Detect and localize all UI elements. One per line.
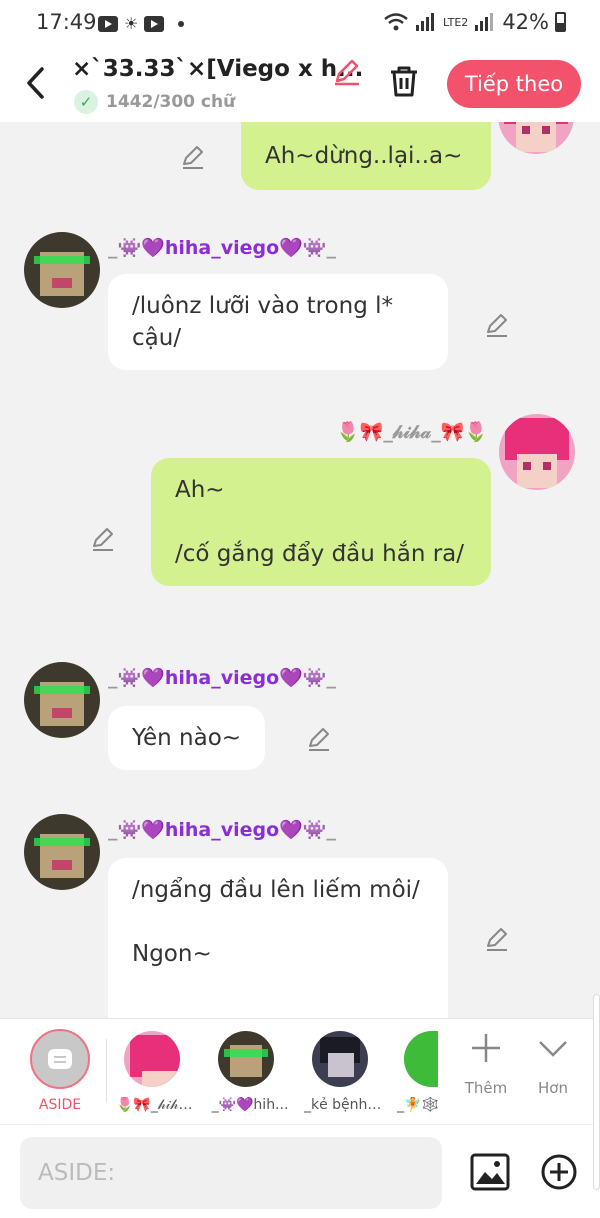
- expand-button[interactable]: Hơn: [523, 1031, 583, 1097]
- character-item[interactable]: _👾💜hih...: [212, 1031, 288, 1113]
- username: _👾💜hiha_viego💜👾_: [108, 819, 336, 841]
- check-icon: ✓: [74, 90, 98, 114]
- username: _👾💜hiha_viego💜👾_: [108, 237, 336, 259]
- add-icon[interactable]: [540, 1153, 578, 1195]
- aside-icon: [48, 1049, 72, 1069]
- username: _👾💜hiha_viego💜👾_: [108, 667, 336, 689]
- aside-input[interactable]: [20, 1137, 442, 1209]
- network-label: LTE2: [443, 15, 469, 29]
- username: 🌷🎀_𝒽𝒾𝒽𝒶_🎀🌷: [336, 421, 489, 443]
- divider: [106, 1039, 107, 1103]
- trash-icon[interactable]: [388, 64, 420, 102]
- character-item[interactable]: _kẻ bệnh ...: [304, 1031, 384, 1113]
- edit-message-icon[interactable]: [90, 526, 116, 556]
- edit-message-icon[interactable]: [306, 726, 332, 756]
- edit-message-icon[interactable]: [484, 926, 510, 956]
- message-bubble[interactable]: /luônz lưỡi vào trong l* cậu/: [108, 274, 448, 370]
- word-count: 1442/300 chữ: [106, 92, 236, 112]
- aside-label: ASIDE: [38, 1097, 82, 1113]
- message-bubble[interactable]: Yên nào~: [108, 706, 266, 770]
- character-item[interactable]: 🌷🎀_𝒽𝒾𝒽𝒶...: [116, 1031, 196, 1113]
- character-label: _🧚🕸️: [397, 1097, 439, 1113]
- avatar[interactable]: [499, 414, 575, 490]
- avatar: [404, 1031, 438, 1087]
- avatar[interactable]: [24, 662, 100, 738]
- avatar[interactable]: [24, 232, 100, 308]
- scrollbar[interactable]: [593, 994, 600, 1190]
- avatar: [218, 1031, 274, 1087]
- battery-percent: 42%: [502, 10, 549, 34]
- more-label: Thêm: [464, 1079, 508, 1097]
- character-label: _kẻ bệnh ...: [304, 1097, 384, 1113]
- edit-message-icon[interactable]: [484, 312, 510, 342]
- status-bar: 17:49 ☀ LTE2 42%: [0, 0, 600, 48]
- edit-message-icon[interactable]: [180, 144, 206, 174]
- edit-title-icon[interactable]: [332, 56, 362, 90]
- chevron-down-icon: [539, 1041, 567, 1057]
- character-label: 🌷🎀_𝒽𝒾𝒽𝒶...: [116, 1097, 196, 1113]
- next-button[interactable]: Tiếp theo: [447, 60, 581, 108]
- message-bubble[interactable]: /ngẩng đầu lên liếm môi/ Ngon~: [108, 858, 448, 1018]
- chat-area[interactable]: Ah~dừng..lại..a~ _👾💜hiha_viego💜👾_ /luônz…: [0, 122, 600, 1018]
- message-bubble[interactable]: Ah~ /cố gắng đẩy đầu hắn ra/: [151, 458, 491, 586]
- weather-icon: ☀: [124, 14, 139, 33]
- youtube-icon-2: [144, 15, 165, 32]
- input-bar: [0, 1124, 600, 1218]
- avatar: [124, 1031, 180, 1087]
- wifi-icon: [384, 13, 408, 31]
- character-bar: ASIDE 🌷🎀_𝒽𝒾𝒽𝒶... _👾💜hih... _kẻ bệnh ... …: [0, 1018, 600, 1124]
- character-item[interactable]: _🧚🕸️: [397, 1031, 439, 1113]
- aside-button[interactable]: [30, 1029, 90, 1089]
- signal-icon-2: [475, 13, 494, 31]
- youtube-icon: [98, 15, 118, 32]
- avatar: [312, 1031, 368, 1087]
- message-bubble[interactable]: Ah~dừng..lại..a~: [241, 122, 491, 190]
- character-label: _👾💜hih...: [211, 1097, 289, 1113]
- signal-icon: [416, 13, 435, 31]
- story-header: ×`33.33`×[Viego x h... ✓ 1442/300 chữ Ti…: [0, 48, 600, 122]
- back-arrow-icon[interactable]: [24, 66, 46, 108]
- battery-icon: [555, 12, 566, 32]
- more-button[interactable]: Thêm: [456, 1031, 516, 1097]
- avatar[interactable]: [498, 122, 574, 154]
- notification-dot-icon: [178, 20, 185, 27]
- image-icon[interactable]: [470, 1153, 510, 1195]
- avatar[interactable]: [24, 814, 100, 890]
- status-time: 17:49: [36, 10, 97, 34]
- plus-icon: [472, 1034, 500, 1062]
- expand-label: Hơn: [538, 1079, 568, 1097]
- story-title: ×`33.33`×[Viego x h...: [72, 56, 364, 82]
